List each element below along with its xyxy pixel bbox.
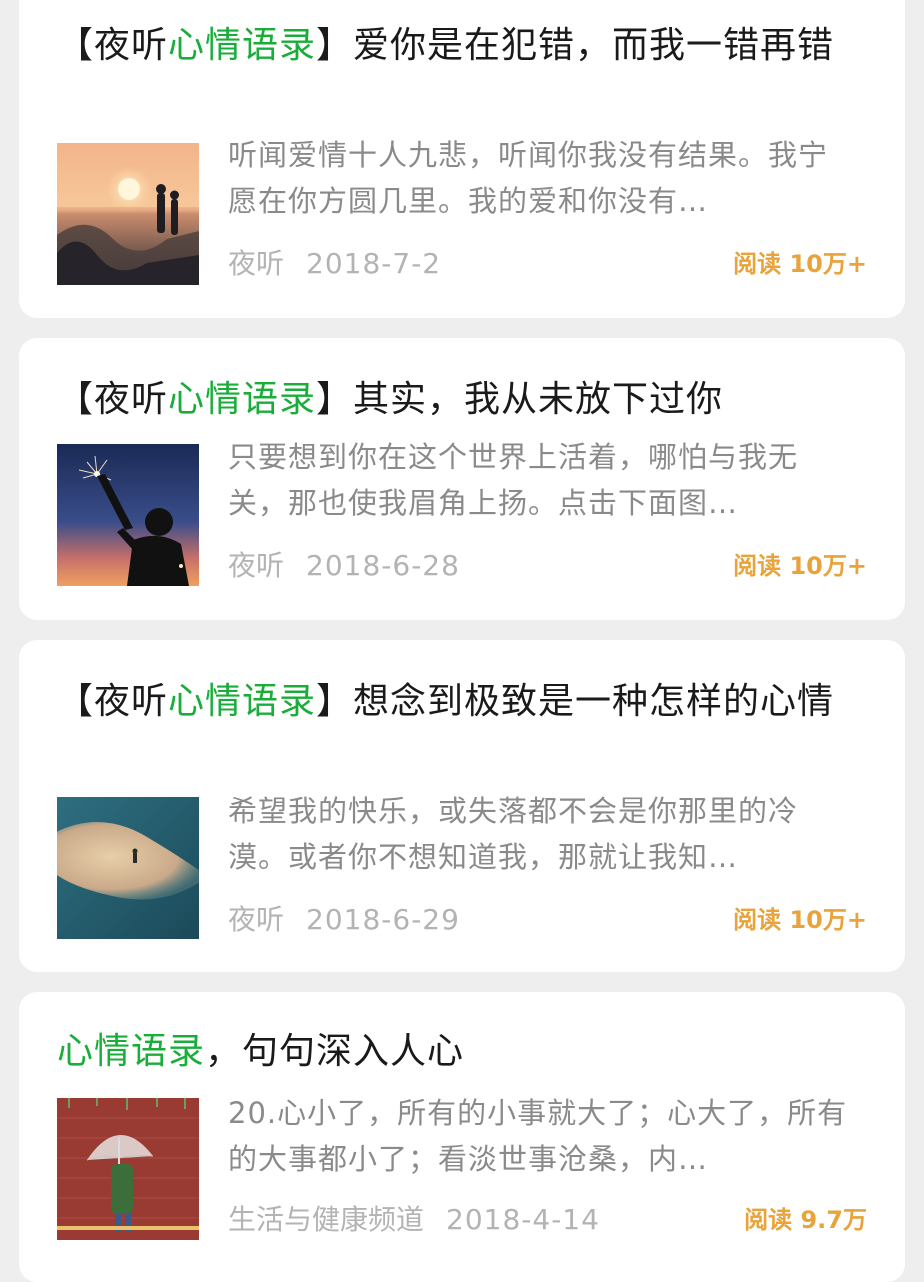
article-summary: 希望我的快乐，或失落都不会是你那里的冷漠。或者你不想知道我，那就让我知… [228,794,799,874]
article-thumbnail[interactable] [57,143,199,285]
article-summary: 只要想到你在这个世界上活着，哪怕与我无关，那也使我眉角上扬。点击下面图… [228,440,799,520]
article-thumbnail[interactable] [57,444,199,586]
article-meta: 夜听 2018-7-2 阅读 10万+ [228,246,867,282]
aerial-beach-photo-icon [57,797,199,939]
title-highlight: 心情语录 [168,25,317,66]
title-prefix: 【夜听 [57,681,169,722]
article-meta: 生活与健康频道 2018-4-14 阅读 9.7万 [228,1202,867,1238]
article-title[interactable]: 【夜听心情语录】爱你是在犯错，而我一错再错 [57,20,847,72]
article-meta: 夜听 2018-6-28 阅读 10万+ [228,548,867,584]
read-count: 阅读 9.7万 [744,1206,867,1234]
title-suffix: 】想念到极致是一种怎样的心情 [316,681,835,722]
article-date: 2018-7-2 [306,247,442,280]
article-summary: 听闻爱情十人九悲，听闻你我没有结果。我宁愿在你方圆几里。我的爱和你没有… [228,138,829,218]
article-date: 2018-6-28 [306,549,460,582]
sparkler-silhouette-photo-icon [57,444,199,586]
article-author[interactable]: 生活与健康频道 [228,1202,424,1238]
article-date: 2018-4-14 [446,1203,600,1236]
read-count: 阅读 10万+ [733,250,867,278]
title-prefix: 【夜听 [57,25,169,66]
article-card[interactable]: 【夜听心情语录】想念到极致是一种怎样的心情 希望我的快乐，或失落都不会是你那里的… [19,640,905,972]
article-author[interactable]: 夜听 [228,246,284,282]
article-title[interactable]: 【夜听心情语录】其实，我从未放下过你 [57,374,847,426]
article-summary: 20.心小了，所有的小事就大了；心大了，所有的大事都小了；看淡世事沧桑，内… [228,1096,848,1176]
article-thumbnail[interactable] [57,797,199,939]
article-card[interactable]: 心情语录，句句深入人心 20.心小了，所有的小事就大了；心大了，所有的大事都小了… [19,992,905,1282]
umbrella-illustration-icon [57,1098,199,1240]
article-thumbnail[interactable] [57,1098,199,1240]
article-title[interactable]: 心情语录，句句深入人心 [57,1026,847,1078]
article-author[interactable]: 夜听 [228,902,284,938]
title-suffix: ，句句深入人心 [205,1031,465,1072]
article-date: 2018-6-29 [306,903,460,936]
sunset-couple-photo-icon [57,143,199,285]
read-count: 阅读 10万+ [733,552,867,580]
title-highlight: 心情语录 [57,1031,206,1072]
article-author[interactable]: 夜听 [228,548,284,584]
title-suffix: 】爱你是在犯错，而我一错再错 [316,25,835,66]
read-count: 阅读 10万+ [733,906,867,934]
article-feed: 【夜听心情语录】爱你是在犯错，而我一错再错 听闻爱情十人九悲，听闻你我没有结果。… [0,0,924,1282]
title-highlight: 心情语录 [168,681,317,722]
article-meta: 夜听 2018-6-29 阅读 10万+ [228,902,867,938]
title-highlight: 心情语录 [168,379,317,420]
article-title[interactable]: 【夜听心情语录】想念到极致是一种怎样的心情 [57,676,847,728]
title-suffix: 】其实，我从未放下过你 [316,379,724,420]
article-card[interactable]: 【夜听心情语录】爱你是在犯错，而我一错再错 听闻爱情十人九悲，听闻你我没有结果。… [19,0,905,318]
title-prefix: 【夜听 [57,379,169,420]
article-card[interactable]: 【夜听心情语录】其实，我从未放下过你 只要想到你在这个世界上活着，哪怕与我无关，… [19,338,905,620]
